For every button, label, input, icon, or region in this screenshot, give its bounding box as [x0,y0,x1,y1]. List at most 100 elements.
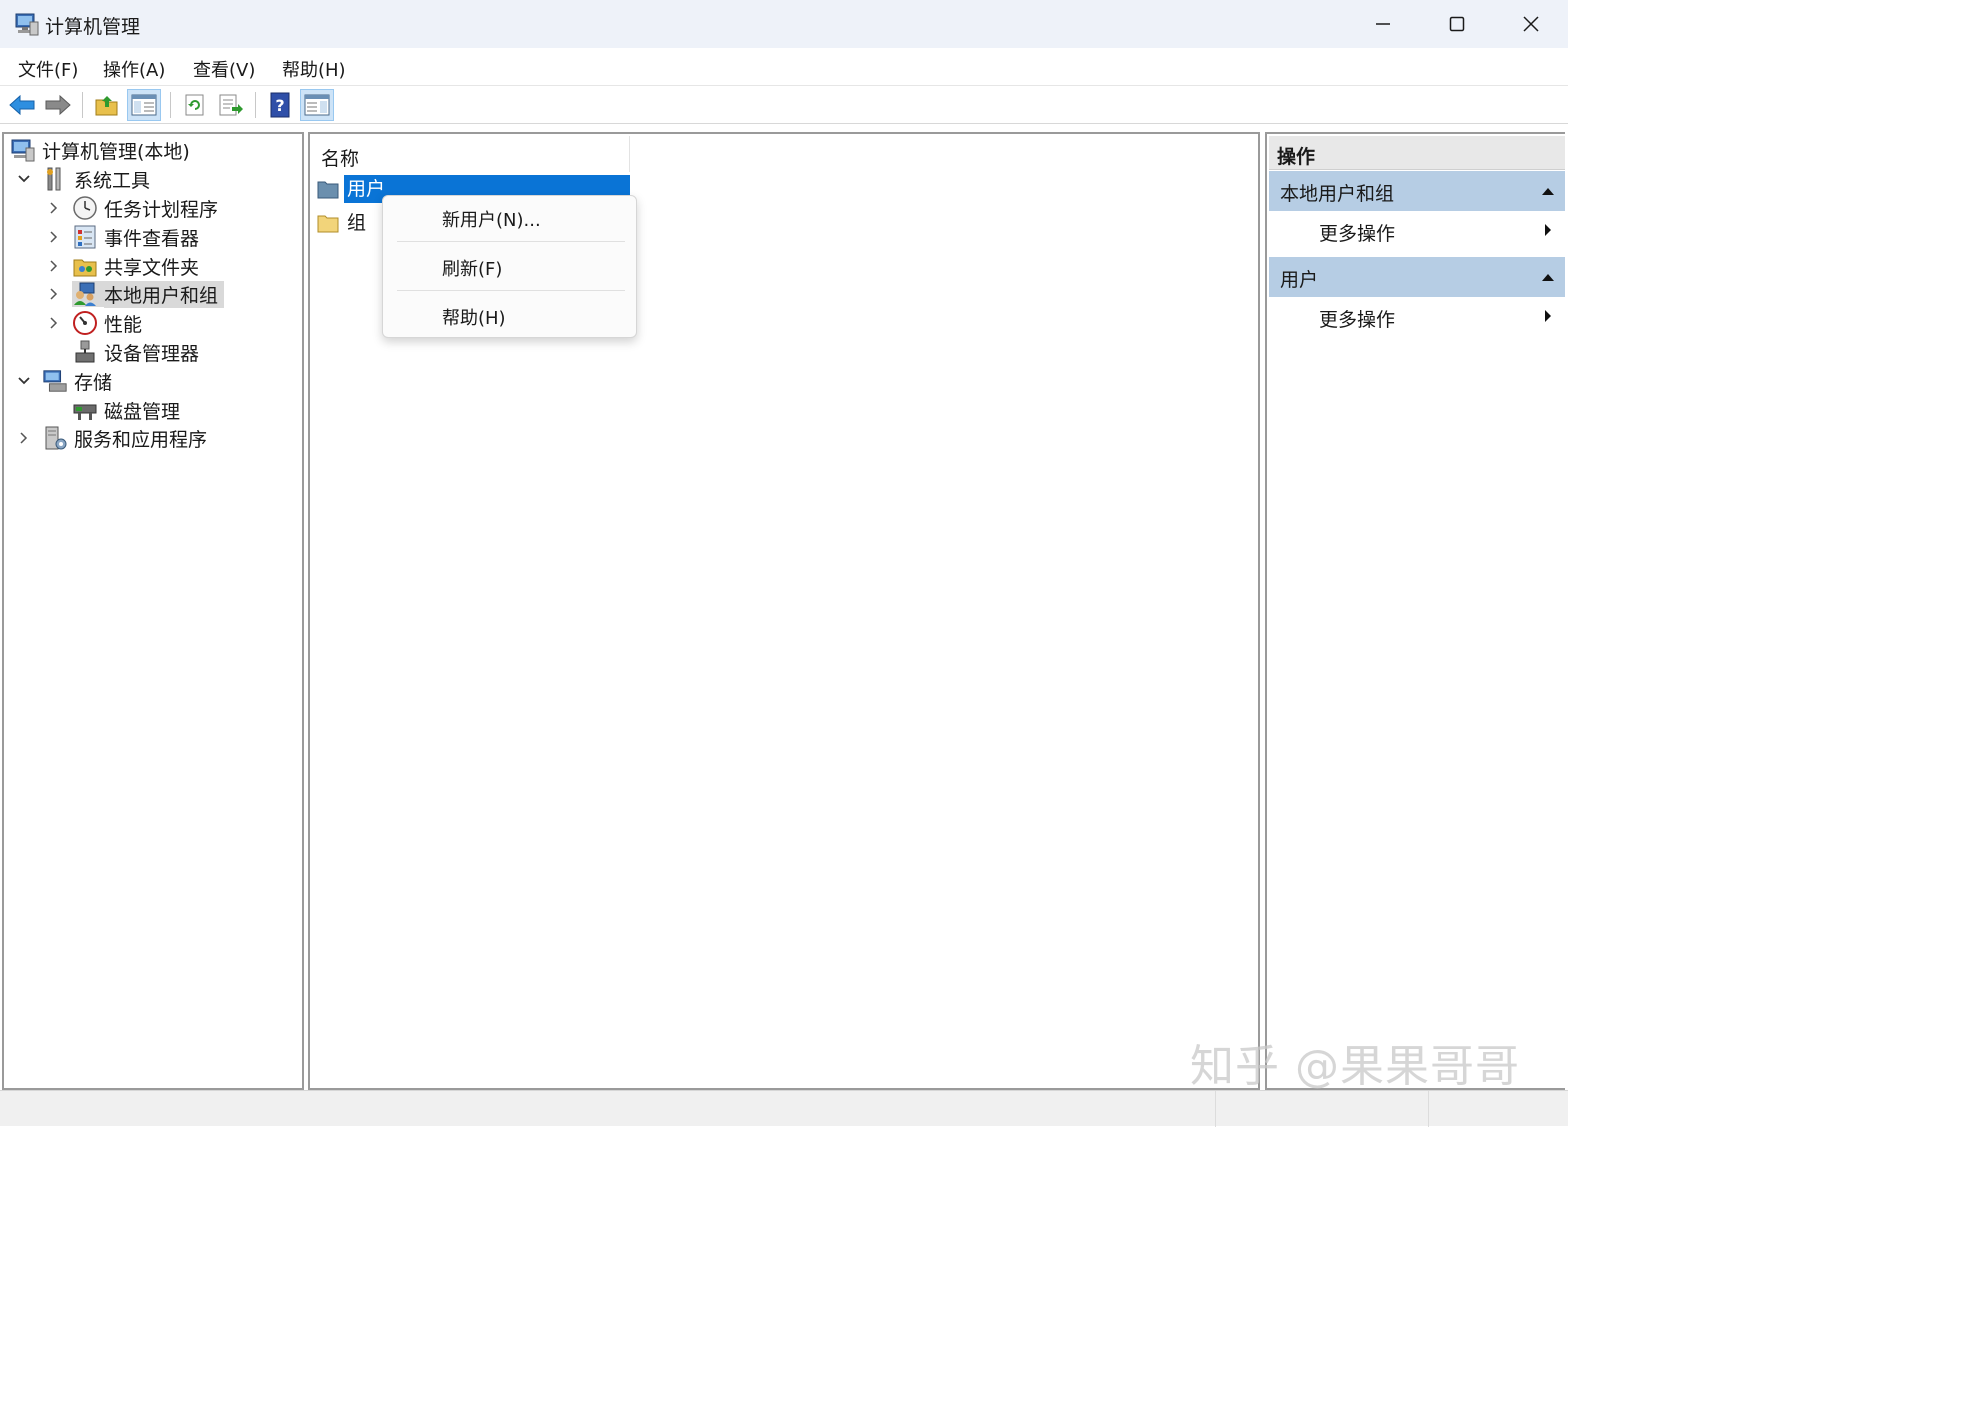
column-header-name[interactable]: 名称 [312,136,630,172]
tree-item-device-manager[interactable]: 设备管理器 [72,338,199,366]
context-menu-new-user[interactable]: 新用户(N)... [383,199,636,239]
tree-item-label: 服务和应用程序 [74,428,208,451]
list-item-groups[interactable]: 组 [316,208,369,238]
help-button[interactable]: ? [263,89,297,121]
minimize-button[interactable] [1346,0,1420,48]
collapse-arrow-icon[interactable] [1541,272,1555,282]
chevron-right-icon[interactable] [46,286,62,302]
tree-item-system-tools[interactable]: 系统工具 [16,165,150,193]
console-tree-pane: 计算机管理(本地) 系统工具 任务计划程序 事件查看器 共享文件夹 本地用户和组… [2,132,304,1090]
menu-file[interactable]: 文件(F) [18,56,78,82]
export-list-button[interactable] [214,89,248,121]
up-folder-icon [95,96,118,116]
context-menu-help[interactable]: 帮助(H) [383,297,636,337]
maximize-button[interactable] [1420,0,1494,48]
users-folder-icon [316,178,340,200]
toolbar: ? [0,86,1568,124]
close-icon [1523,16,1539,32]
refresh-icon [185,94,204,116]
tree-item-label: 磁盘管理 [104,400,181,423]
action-item-label: 更多操作 [1319,223,1396,245]
tree-item-performance[interactable]: 性能 [46,309,142,337]
show-hide-action-pane-button[interactable] [300,89,334,121]
tree-item-task-scheduler[interactable]: 任务计划程序 [46,194,218,222]
up-one-level-button[interactable] [90,89,124,121]
export-list-icon [219,94,243,116]
chevron-right-icon[interactable] [46,258,62,274]
refresh-button[interactable] [178,89,212,121]
action-more-actions[interactable]: 更多操作 [1269,211,1565,251]
tree-item-computer-management[interactable]: 计算机管理(本地) [10,136,190,164]
tree-item-label: 性能 [104,313,143,336]
storage-icon [42,368,68,394]
context-menu-refresh[interactable]: 刷新(F) [383,248,636,288]
chevron-right-icon[interactable] [46,229,62,245]
menu-separator [397,290,625,291]
tree-item-label: 事件查看器 [104,227,200,250]
show-hide-console-tree-button[interactable] [127,89,161,121]
show-hide-tree-icon [131,94,157,116]
services-icon [42,425,68,451]
watermark: 知乎 @果果哥哥 [1190,1041,1520,1092]
toolbar-separator [255,92,256,118]
tree-item-storage[interactable]: 存储 [16,367,112,395]
minimize-icon [1376,23,1390,25]
chevron-right-icon[interactable] [46,200,62,216]
device-manager-icon [72,339,98,365]
tree-item-label: 存储 [74,371,113,394]
tree-item-label: 系统工具 [74,169,151,192]
status-bar [0,1090,1568,1127]
forward-icon [45,94,71,116]
forward-button[interactable] [41,89,75,121]
menu-view[interactable]: 查看(V) [193,56,255,82]
title-bar: 计算机管理 [0,0,1568,48]
tree-item-label: 任务计划程序 [104,198,219,221]
tree-item-label: 本地用户和组 [104,280,225,308]
shared-folder-icon [72,253,98,279]
action-group-title: 用户 [1280,269,1319,291]
show-hide-action-pane-icon [304,94,330,116]
action-item-label: 更多操作 [1319,309,1396,331]
menu-bar: 文件(F) 操作(A) 查看(V) 帮助(H) [0,48,1568,86]
action-more-actions[interactable]: 更多操作 [1269,297,1565,337]
action-group-local-users-and-groups[interactable]: 本地用户和组 [1269,171,1565,211]
chevron-right-icon[interactable] [16,430,32,446]
window-title: 计算机管理 [45,16,141,38]
chevron-down-icon[interactable] [16,171,32,187]
tree-item-label: 共享文件夹 [104,256,200,279]
status-bar-divider [1428,1091,1429,1127]
tree-item-shared-folders[interactable]: 共享文件夹 [46,252,199,280]
tree-item-local-users-and-groups[interactable]: 本地用户和组 [46,280,225,308]
users-group-icon [72,281,104,307]
performance-icon [72,310,98,336]
clock-icon [72,195,98,221]
toolbar-separator [82,92,83,118]
system-tools-icon [42,166,68,192]
action-group-title: 本地用户和组 [1280,183,1395,205]
chevron-down-icon[interactable] [16,373,32,389]
tree-item-event-viewer[interactable]: 事件查看器 [46,223,199,251]
folder-icon [316,212,340,234]
action-group-users[interactable]: 用户 [1269,257,1565,297]
toolbar-separator [170,92,171,118]
menu-help[interactable]: 帮助(H) [282,56,346,82]
submenu-arrow-icon [1545,224,1551,236]
svg-text:?: ? [275,96,284,115]
tree-item-services-and-applications[interactable]: 服务和应用程序 [16,424,207,452]
computer-management-icon [10,137,36,163]
back-icon [9,94,35,116]
menu-action[interactable]: 操作(A) [103,56,165,82]
list-item-label: 组 [347,212,367,234]
context-menu: 新用户(N)... 刷新(F) 帮助(H) [382,195,637,338]
computer-management-icon [14,11,40,37]
collapse-arrow-icon[interactable] [1541,186,1555,196]
tree-item-disk-management[interactable]: 磁盘管理 [72,396,180,424]
disk-management-icon [72,397,98,423]
chevron-right-icon[interactable] [46,315,62,331]
back-button[interactable] [5,89,39,121]
menu-separator [397,241,625,242]
tree-item-label: 计算机管理(本地) [42,140,190,163]
tree-item-label: 设备管理器 [104,342,200,365]
close-button[interactable] [1494,0,1568,48]
actions-pane: 操作 本地用户和组 更多操作 用户 更多操作 [1265,132,1565,1090]
